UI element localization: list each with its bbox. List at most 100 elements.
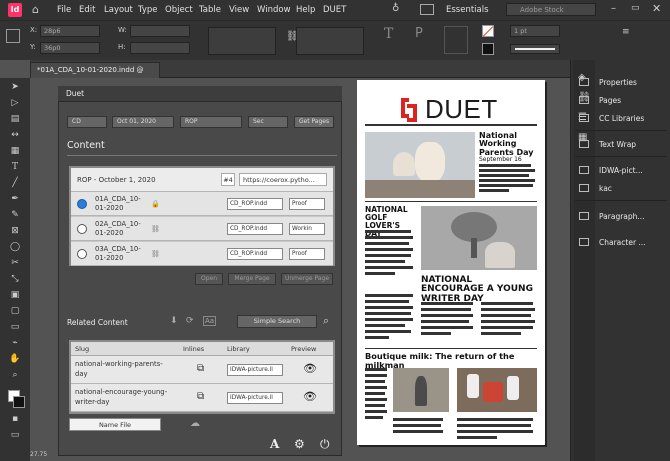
- h-field[interactable]: [130, 42, 190, 54]
- reference-point-icon[interactable]: [6, 29, 20, 43]
- text-frame-icon[interactable]: Aa: [203, 316, 217, 326]
- text-frame-icon[interactable]: P: [415, 26, 423, 41]
- panel-cc-libraries[interactable]: CC Libraries: [599, 114, 644, 123]
- settings-icon[interactable]: ⚙: [294, 437, 305, 451]
- related-row[interactable]: national-encourage-young-writer-day ⧉ ID…: [71, 384, 333, 412]
- panel-kac[interactable]: kac: [599, 184, 612, 193]
- file-row[interactable]: 02A_CDA_10-01-2020 ⛓ CD_ROP.indd Workin: [71, 217, 333, 241]
- stroke-type-select[interactable]: [510, 44, 560, 54]
- minimize-button[interactable]: –: [611, 3, 616, 14]
- panel-paragraph[interactable]: Paragraph...: [599, 212, 645, 221]
- menu-type[interactable]: Type: [138, 5, 158, 15]
- menu-layout[interactable]: Layout: [104, 5, 133, 15]
- file-row[interactable]: 01A_CDA_10-01-2020 🔒 CD_ROP.indd Proof: [71, 192, 333, 216]
- menu-file[interactable]: File: [57, 5, 71, 15]
- lightbulb-icon[interactable]: ♁: [392, 3, 399, 14]
- selection-tool-icon[interactable]: ➤: [9, 82, 21, 92]
- cloud-upload-icon[interactable]: ☁: [190, 418, 200, 429]
- font-icon[interactable]: A: [270, 437, 279, 451]
- sync-icon[interactable]: ⟳: [186, 316, 194, 326]
- scissors-tool-icon[interactable]: ✂: [9, 258, 21, 268]
- line-tool-icon[interactable]: ╱: [9, 178, 21, 188]
- open-button[interactable]: Open: [195, 273, 223, 285]
- copy-icon[interactable]: ⧉: [197, 363, 204, 374]
- menu-duet[interactable]: DUET: [323, 5, 346, 15]
- gap-tool-icon[interactable]: ↔: [9, 130, 21, 140]
- menu-table[interactable]: Table: [199, 5, 221, 15]
- gradient-swatch-tool-icon[interactable]: ▣: [9, 290, 21, 300]
- status-select[interactable]: Proof: [289, 198, 325, 210]
- status-select[interactable]: Proof: [289, 248, 325, 260]
- panel-character[interactable]: Character ...: [599, 238, 646, 247]
- note-tool-icon[interactable]: ▭: [9, 322, 21, 332]
- maximize-button[interactable]: ▭: [631, 3, 640, 13]
- stroke-weight-field[interactable]: 1 pt: [510, 25, 560, 37]
- panel-properties[interactable]: Properties: [599, 78, 637, 87]
- file-radio-selected[interactable]: [77, 199, 87, 209]
- rectangle-frame-tool-icon[interactable]: ⊠: [9, 226, 21, 236]
- home-icon[interactable]: ⌂: [32, 3, 39, 16]
- pencil-tool-icon[interactable]: ✎: [9, 210, 21, 220]
- gradient-feather-tool-icon[interactable]: ▢: [9, 306, 21, 316]
- layout-select[interactable]: CD_ROP.indd: [227, 198, 283, 210]
- screen-mode-tool-icon[interactable]: ▭: [9, 430, 21, 440]
- content-collector-icon[interactable]: ▦: [9, 146, 21, 156]
- name-file-button[interactable]: Name File: [69, 418, 161, 431]
- frame-type-icon[interactable]: T: [384, 26, 393, 42]
- stroke-swatch[interactable]: [482, 43, 494, 55]
- panel-idwa-picture[interactable]: IDWA-pict...: [599, 166, 643, 175]
- direct-selection-tool-icon[interactable]: ▷: [9, 98, 21, 108]
- w-field[interactable]: [130, 25, 190, 37]
- menu-window[interactable]: Window: [257, 5, 291, 15]
- rotate-shear-fields[interactable]: [296, 27, 364, 55]
- stroke-color-icon[interactable]: [13, 396, 25, 408]
- status-select[interactable]: Workin: [289, 223, 325, 235]
- type-tool-icon[interactable]: T: [9, 162, 21, 172]
- workspace-selector[interactable]: Essentials: [446, 5, 489, 15]
- menu-object[interactable]: Object: [165, 5, 193, 15]
- get-pages-button[interactable]: Get Pages: [294, 116, 334, 128]
- layout-select[interactable]: CD_ROP.indd: [227, 248, 283, 260]
- menu-edit[interactable]: Edit: [79, 5, 95, 15]
- align-icons[interactable]: [444, 26, 468, 54]
- copy-icon[interactable]: ⧉: [197, 391, 204, 402]
- download-icon[interactable]: ⬇: [170, 316, 178, 326]
- y-field[interactable]: 36p0: [40, 42, 100, 54]
- search-icon[interactable]: ⌕: [323, 314, 329, 328]
- simple-search-field[interactable]: Simple Search: [237, 315, 317, 328]
- document-tab[interactable]: *01A_CDA_10-01-2020.indd @ 28% ✕: [30, 62, 160, 89]
- zoom-status[interactable]: 27.75: [30, 451, 60, 461]
- url-field[interactable]: https://coerox.pytho...: [239, 173, 327, 186]
- file-radio[interactable]: [77, 249, 87, 259]
- page-tool-icon[interactable]: ▤: [9, 114, 21, 124]
- zoom-tool-icon[interactable]: ⌕: [9, 370, 21, 380]
- sec-select[interactable]: Sec: [248, 116, 288, 128]
- section-select[interactable]: ROP: [180, 116, 242, 128]
- file-row[interactable]: 03A_CDA_10-01-2020 ⛓ CD_ROP.indd Proof: [71, 242, 333, 266]
- free-transform-tool-icon[interactable]: ⤡: [9, 274, 21, 284]
- scale-fields[interactable]: [208, 27, 276, 55]
- menu-help[interactable]: Help: [296, 5, 315, 15]
- related-row[interactable]: national-working-parents-day ⧉ IDWA-pict…: [71, 356, 333, 384]
- adobe-stock-search[interactable]: Adobe Stock: [506, 3, 596, 16]
- document-page[interactable]: DUET National Working Parents Day Septem…: [357, 80, 545, 445]
- panel-pages[interactable]: Pages: [599, 96, 621, 105]
- screen-mode-icon[interactable]: [420, 4, 434, 15]
- apply-color-icon[interactable]: ▪: [9, 414, 21, 424]
- eye-icon[interactable]: 👁: [303, 362, 317, 375]
- close-button[interactable]: ✕: [652, 2, 661, 15]
- file-radio[interactable]: [77, 224, 87, 234]
- layout-select[interactable]: CD_ROP.indd: [227, 223, 283, 235]
- merge-page-button[interactable]: Merge Page: [228, 273, 276, 285]
- eyedropper-tool-icon[interactable]: ⌁: [9, 338, 21, 348]
- fill-swatch[interactable]: [482, 25, 494, 37]
- library-select[interactable]: IDWA-picture.ll: [227, 364, 283, 376]
- x-field[interactable]: 28p6: [40, 25, 100, 37]
- ellipse-tool-icon[interactable]: ◯: [9, 242, 21, 252]
- eye-icon[interactable]: 👁: [303, 390, 317, 403]
- menu-view[interactable]: View: [229, 5, 249, 15]
- date-select[interactable]: Oct 01, 2020: [112, 116, 174, 128]
- power-icon[interactable]: ⏻: [320, 437, 330, 452]
- unmerge-page-button[interactable]: Unmerge Page: [281, 273, 333, 285]
- panel-menu-icon[interactable]: ≡: [622, 27, 630, 37]
